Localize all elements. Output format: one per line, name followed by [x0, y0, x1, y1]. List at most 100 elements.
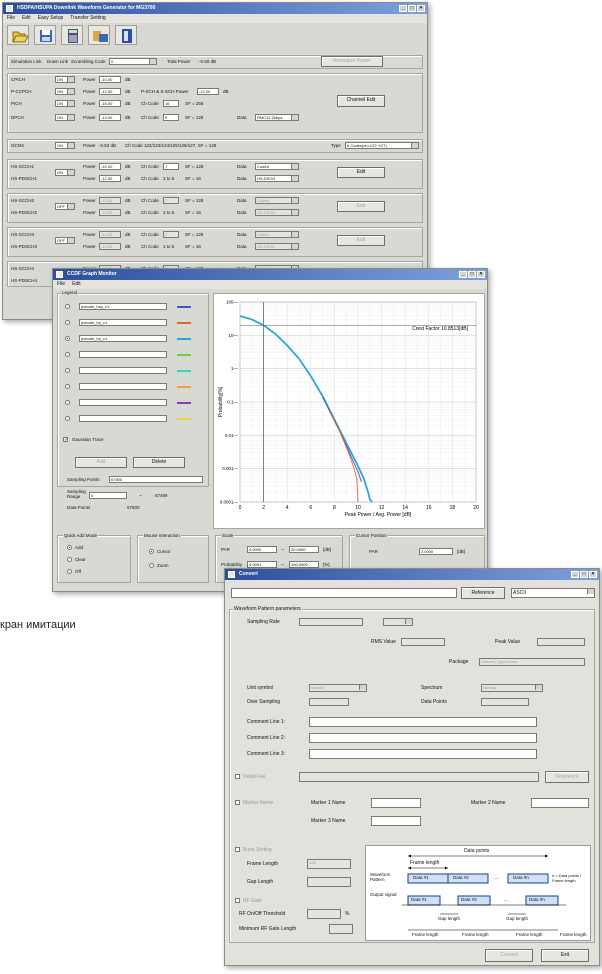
quick-add-add-radio[interactable] — [67, 545, 72, 550]
hs-power-input[interactable]: -10.00 — [99, 243, 121, 250]
cpich-state[interactable]: ON — [55, 76, 75, 83]
detail-file-checkbox[interactable] — [235, 774, 240, 779]
minimize-button[interactable]: _ — [459, 271, 467, 278]
source-file-input[interactable] — [231, 588, 457, 598]
legend-name-field[interactable] — [79, 383, 167, 390]
hs-state-select[interactable]: OFF — [55, 237, 75, 244]
normalize-power-button[interactable]: Normalize Power — [321, 56, 383, 67]
rf-threshold-input[interactable] — [307, 909, 341, 919]
open-folder-button[interactable] — [7, 25, 29, 45]
pich-power-input[interactable]: -15.00 — [99, 100, 121, 107]
close-button[interactable]: × — [417, 5, 425, 12]
data-points-input[interactable] — [481, 698, 529, 706]
ocns-state[interactable]: ON — [55, 142, 75, 149]
marker-2-input[interactable] — [531, 798, 589, 808]
gap-length-input[interactable] — [307, 877, 351, 887]
minimize-button[interactable]: _ — [399, 5, 407, 12]
quick-add-off-radio[interactable] — [67, 569, 72, 574]
menu-transfer-setting[interactable]: Transfer Setting — [70, 14, 105, 23]
rf-gate-checkbox[interactable] — [235, 898, 240, 903]
hs-power-input[interactable]: -10.00 — [99, 231, 121, 238]
dpch-state[interactable]: ON — [55, 114, 75, 121]
mouse-zoom-radio[interactable] — [149, 563, 154, 568]
mouse-cursor-radio[interactable] — [149, 549, 154, 554]
legend-radio[interactable] — [65, 368, 70, 373]
legend-radio[interactable] — [65, 336, 70, 341]
comment-line-1-input[interactable] — [309, 717, 537, 727]
cpich-power-input[interactable]: -10.00 — [99, 76, 121, 83]
hs-edit-button[interactable]: Edit — [337, 201, 385, 212]
legend-radio[interactable] — [65, 304, 70, 309]
over-sampling-input[interactable] — [309, 698, 349, 706]
package-input[interactable]: Convert_IQproducer — [479, 658, 585, 666]
hs-ch-input[interactable]: 7 — [163, 163, 179, 170]
legend-name-field[interactable] — [79, 351, 167, 358]
hs-ch-input[interactable]: 7 — [163, 231, 179, 238]
dpch-ch-input[interactable]: 9 — [163, 114, 179, 121]
minimize-button[interactable]: _ — [571, 571, 579, 578]
marker-1-input[interactable] — [371, 798, 421, 808]
legend-radio[interactable] — [65, 416, 70, 421]
close-button[interactable]: × — [589, 571, 597, 578]
book-button[interactable] — [115, 25, 137, 45]
ccdf-chart[interactable]: 100— 10— 1— 0.1— 0.01— 0.001— 0.0001—0 2 4 6 8 10 12… — [213, 293, 485, 529]
marker-3-input[interactable] — [371, 816, 421, 826]
maximize-button[interactable]: □ — [468, 271, 476, 278]
hs-data-select[interactable]: HS-DSCH — [255, 209, 299, 216]
peak-value-input[interactable] — [537, 638, 585, 646]
dpch-data-select[interactable]: RMC12.2kbps — [255, 114, 299, 121]
pccpch-state[interactable]: ON — [55, 88, 75, 95]
channel-edit-button[interactable]: Channel Edit — [337, 95, 385, 107]
rms-value-input[interactable] — [401, 638, 445, 646]
hs-data-select[interactable]: Coded — [255, 197, 299, 204]
spectrum-select[interactable]: Normal — [481, 684, 543, 692]
legend-radio[interactable] — [65, 400, 70, 405]
legend-name-field[interactable]: pdcode_hp_c1 — [79, 335, 167, 342]
menu-easy-setup[interactable]: Easy Setup — [38, 14, 64, 23]
scale-prob-from[interactable]: 0.0001 — [247, 561, 277, 568]
marker-name-checkbox[interactable] — [235, 800, 240, 805]
sampling-rate-unit-select[interactable] — [383, 618, 413, 626]
legend-radio[interactable] — [65, 320, 70, 325]
pich-ch-input[interactable]: 16 — [163, 100, 179, 107]
add-trace-button[interactable]: Add — [75, 457, 127, 468]
comment-line-3-input[interactable] — [309, 749, 537, 759]
sampling-range-from-input[interactable]: 0 — [89, 492, 127, 499]
comment-line-2-input[interactable] — [309, 733, 537, 743]
ocns-type-select[interactable]: 6 Codes(ch=122~127) — [345, 142, 419, 149]
pich-state[interactable]: ON — [55, 100, 75, 107]
hs-data-select[interactable]: HS-DSCH — [255, 243, 299, 250]
scale-par-from[interactable]: 0.0000 — [247, 546, 277, 553]
hs-power-input[interactable]: -10.00 — [99, 197, 121, 204]
reference-button[interactable]: Reference — [461, 587, 505, 599]
quick-add-clear-radio[interactable] — [67, 557, 72, 562]
gaussian-trace-checkbox[interactable]: ✓ — [63, 437, 68, 443]
calculate-button[interactable] — [61, 25, 83, 45]
psch-ssch-power-input[interactable]: -12.00 — [197, 88, 219, 95]
maximize-button[interactable]: □ — [408, 5, 416, 12]
min-gate-input[interactable] — [329, 924, 353, 934]
hs-ch-input[interactable]: 7 — [163, 197, 179, 204]
legend-name-field[interactable] — [79, 367, 167, 374]
hs-state-select[interactable]: OFF — [55, 203, 75, 210]
hs-data-select[interactable]: Coded — [255, 163, 299, 170]
hs-data-select[interactable]: Coded — [255, 231, 299, 238]
detail-file-input[interactable] — [299, 772, 539, 782]
unit-symbol-select[interactable]: Sample — [309, 684, 367, 692]
scale-par-to[interactable]: 20.0000 — [289, 546, 319, 553]
hs-edit-button[interactable]: Edit — [337, 235, 385, 246]
menu-edit[interactable]: Edit — [22, 14, 31, 23]
legend-name-field[interactable] — [79, 399, 167, 406]
transfer-button[interactable] — [88, 25, 110, 45]
frame-length-input[interactable]: 128 — [307, 859, 351, 869]
legend-name-field[interactable]: pdcode_hp_c1 — [79, 319, 167, 326]
convert-button[interactable]: Convert — [485, 949, 533, 962]
legend-radio[interactable] — [65, 352, 70, 357]
legend-name-field[interactable] — [79, 415, 167, 422]
close-button[interactable]: × — [477, 271, 485, 278]
hs-data-select[interactable]: HS-DSCH — [255, 175, 299, 182]
menu-file[interactable]: File — [57, 280, 65, 289]
cursor-par-input[interactable]: 2.0000 — [419, 548, 453, 555]
exit-button[interactable]: Exit — [541, 949, 589, 962]
maximize-button[interactable]: □ — [580, 571, 588, 578]
